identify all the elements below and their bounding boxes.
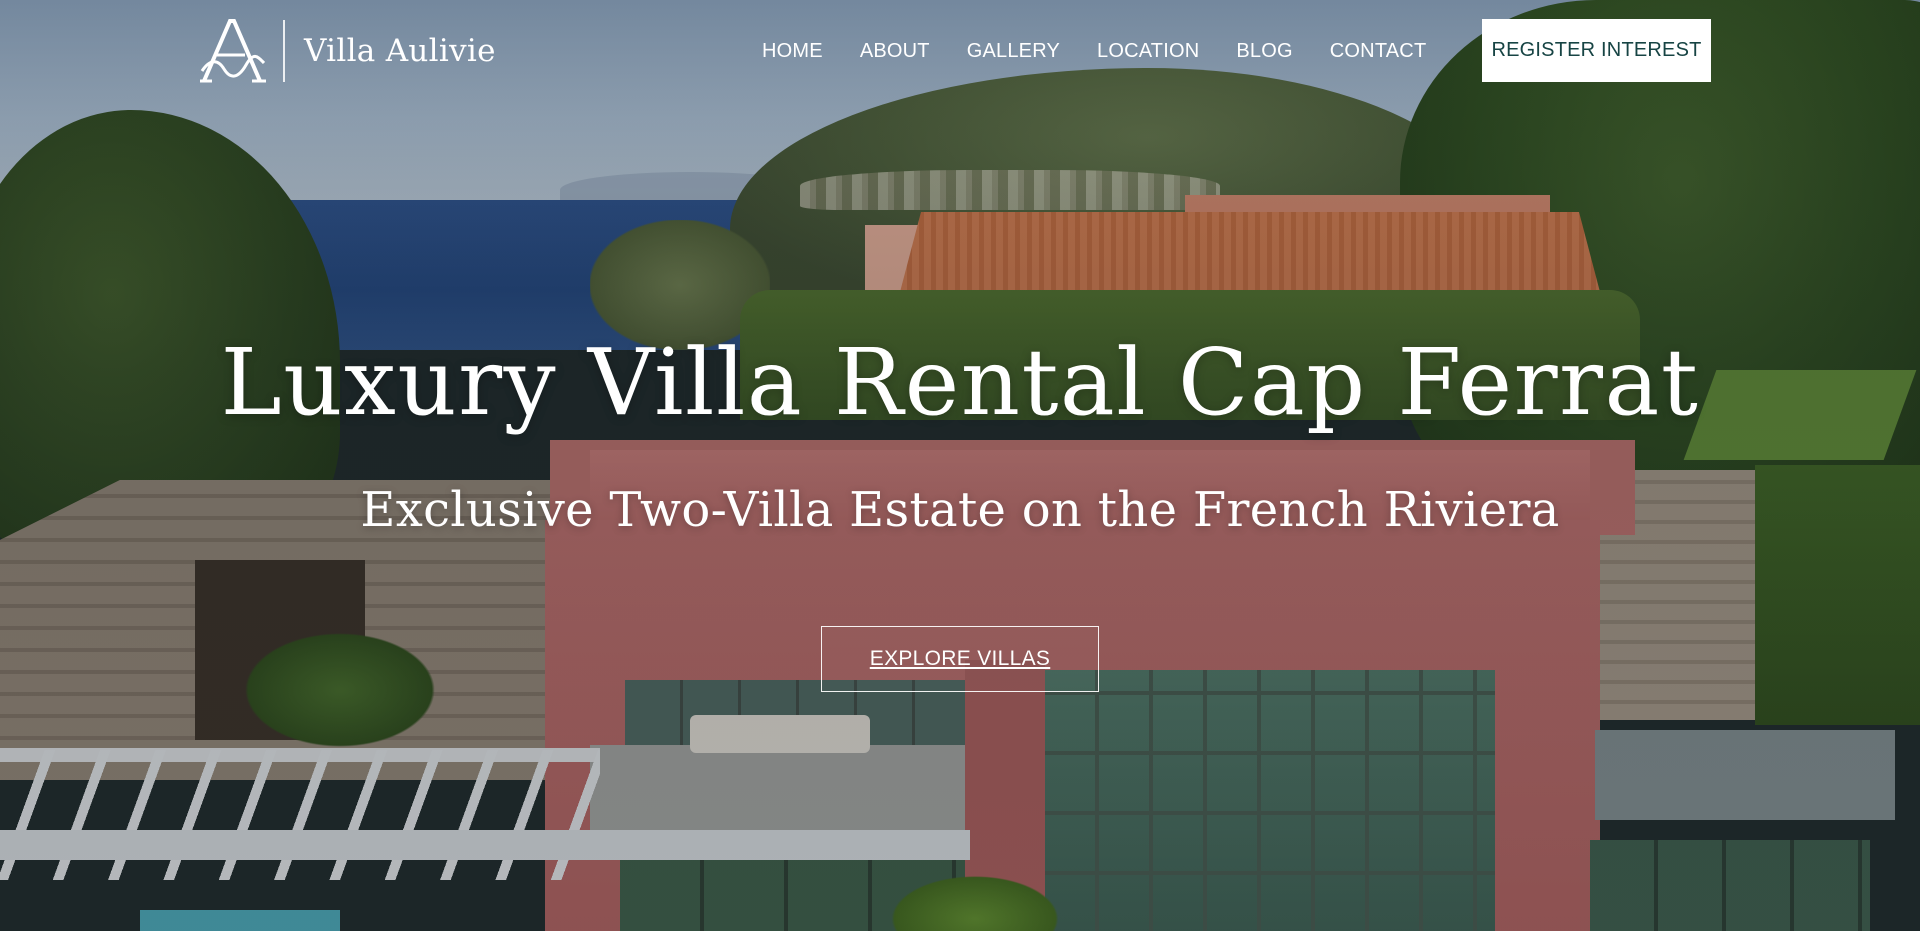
explore-villas-button[interactable]: EXPLORE VILLAS — [821, 626, 1099, 692]
hero-section: Villa Aulivie HOME ABOUT GALLERY LOCATIO… — [0, 0, 1920, 931]
logo-divider — [283, 20, 285, 82]
nav-gallery[interactable]: GALLERY — [967, 40, 1060, 63]
nav-location[interactable]: LOCATION — [1097, 40, 1199, 63]
nav-blog[interactable]: BLOG — [1236, 40, 1292, 63]
nav-contact[interactable]: CONTACT — [1330, 40, 1427, 63]
main-nav: HOME ABOUT GALLERY LOCATION BLOG CONTACT — [762, 36, 1426, 66]
villa-aulivie-monogram-icon — [200, 19, 266, 83]
nav-about[interactable]: ABOUT — [860, 40, 930, 63]
hero-overlay — [0, 0, 1920, 931]
site-header: Villa Aulivie HOME ABOUT GALLERY LOCATIO… — [0, 0, 1920, 100]
hero-title: Luxury Villa Rental Cap Ferrat — [220, 329, 1700, 436]
nav-home[interactable]: HOME — [762, 40, 823, 63]
hero-background-image — [0, 0, 1920, 931]
register-interest-button[interactable]: REGISTER INTEREST — [1482, 19, 1711, 82]
brand-name: Villa Aulivie — [304, 33, 496, 69]
hero-subtitle: Exclusive Two-Villa Estate on the French… — [360, 482, 1560, 538]
logo-link[interactable]: Villa Aulivie — [200, 19, 496, 83]
